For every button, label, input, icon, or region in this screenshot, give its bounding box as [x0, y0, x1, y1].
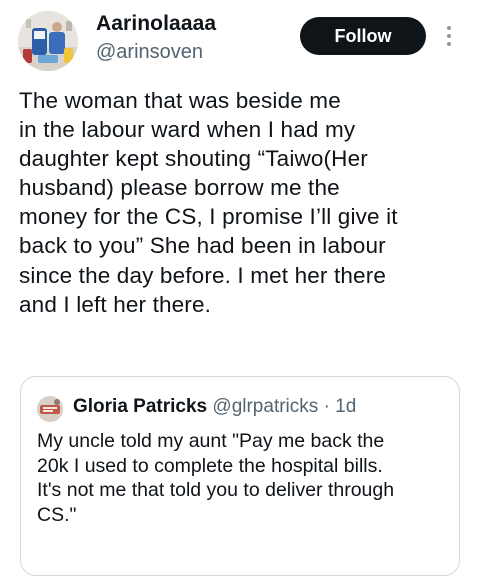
tweet-text-line: back to you” She had been in labour [19, 233, 386, 259]
tweet-text-line: daughter kept shouting “Taiwo(Her [19, 146, 368, 172]
author-display-name[interactable]: Aarinolaaaa [96, 12, 216, 36]
profile-photo-icon [37, 396, 63, 422]
tweet: Aarinolaaaa @arinsoven Follow The woman … [0, 0, 479, 576]
tweet-text-line: since the day before. I met her there [19, 262, 386, 288]
quoted-text-line: It's not me that told you to deliver thr… [37, 479, 395, 502]
tweet-text-line: husband) please borrow me the [19, 175, 340, 201]
separator-dot: · [323, 396, 330, 417]
quoted-tweet-card[interactable]: Gloria Patricks @glrpatricks · 1d My unc… [20, 376, 460, 576]
author-handle[interactable]: @arinsoven [96, 41, 203, 64]
tweet-text-line: in the labour ward when I had my [19, 117, 356, 143]
author-avatar[interactable] [18, 11, 78, 71]
quoted-author-handle[interactable]: @glrpatricks [212, 396, 318, 417]
more-options-icon[interactable] [441, 22, 457, 50]
follow-button[interactable]: Follow [300, 17, 426, 55]
quoted-tweet-text: My uncle told my aunt "Pay me back the 2… [37, 429, 449, 527]
quoted-tweet-time[interactable]: 1d [335, 396, 356, 417]
quoted-text-line: My uncle told my aunt "Pay me back the [37, 430, 385, 452]
tweet-text: The woman that was beside me in the labo… [19, 86, 469, 319]
tweet-text-line: The woman that was beside me [19, 88, 341, 113]
quoted-text-line: CS." [37, 503, 77, 526]
quoted-tweet-header: Gloria Patricks @glrpatricks · 1d [73, 396, 356, 418]
tweet-text-line: money for the CS, I promise I’ll give it [19, 204, 398, 230]
quoted-author-avatar[interactable] [37, 396, 63, 422]
quoted-text-line: 20k I used to complete the hospital bill… [37, 454, 383, 477]
tweet-text-line: and I left her there. [19, 291, 212, 317]
quoted-author-display-name[interactable]: Gloria Patricks [73, 396, 207, 417]
profile-photo-icon [18, 11, 78, 71]
